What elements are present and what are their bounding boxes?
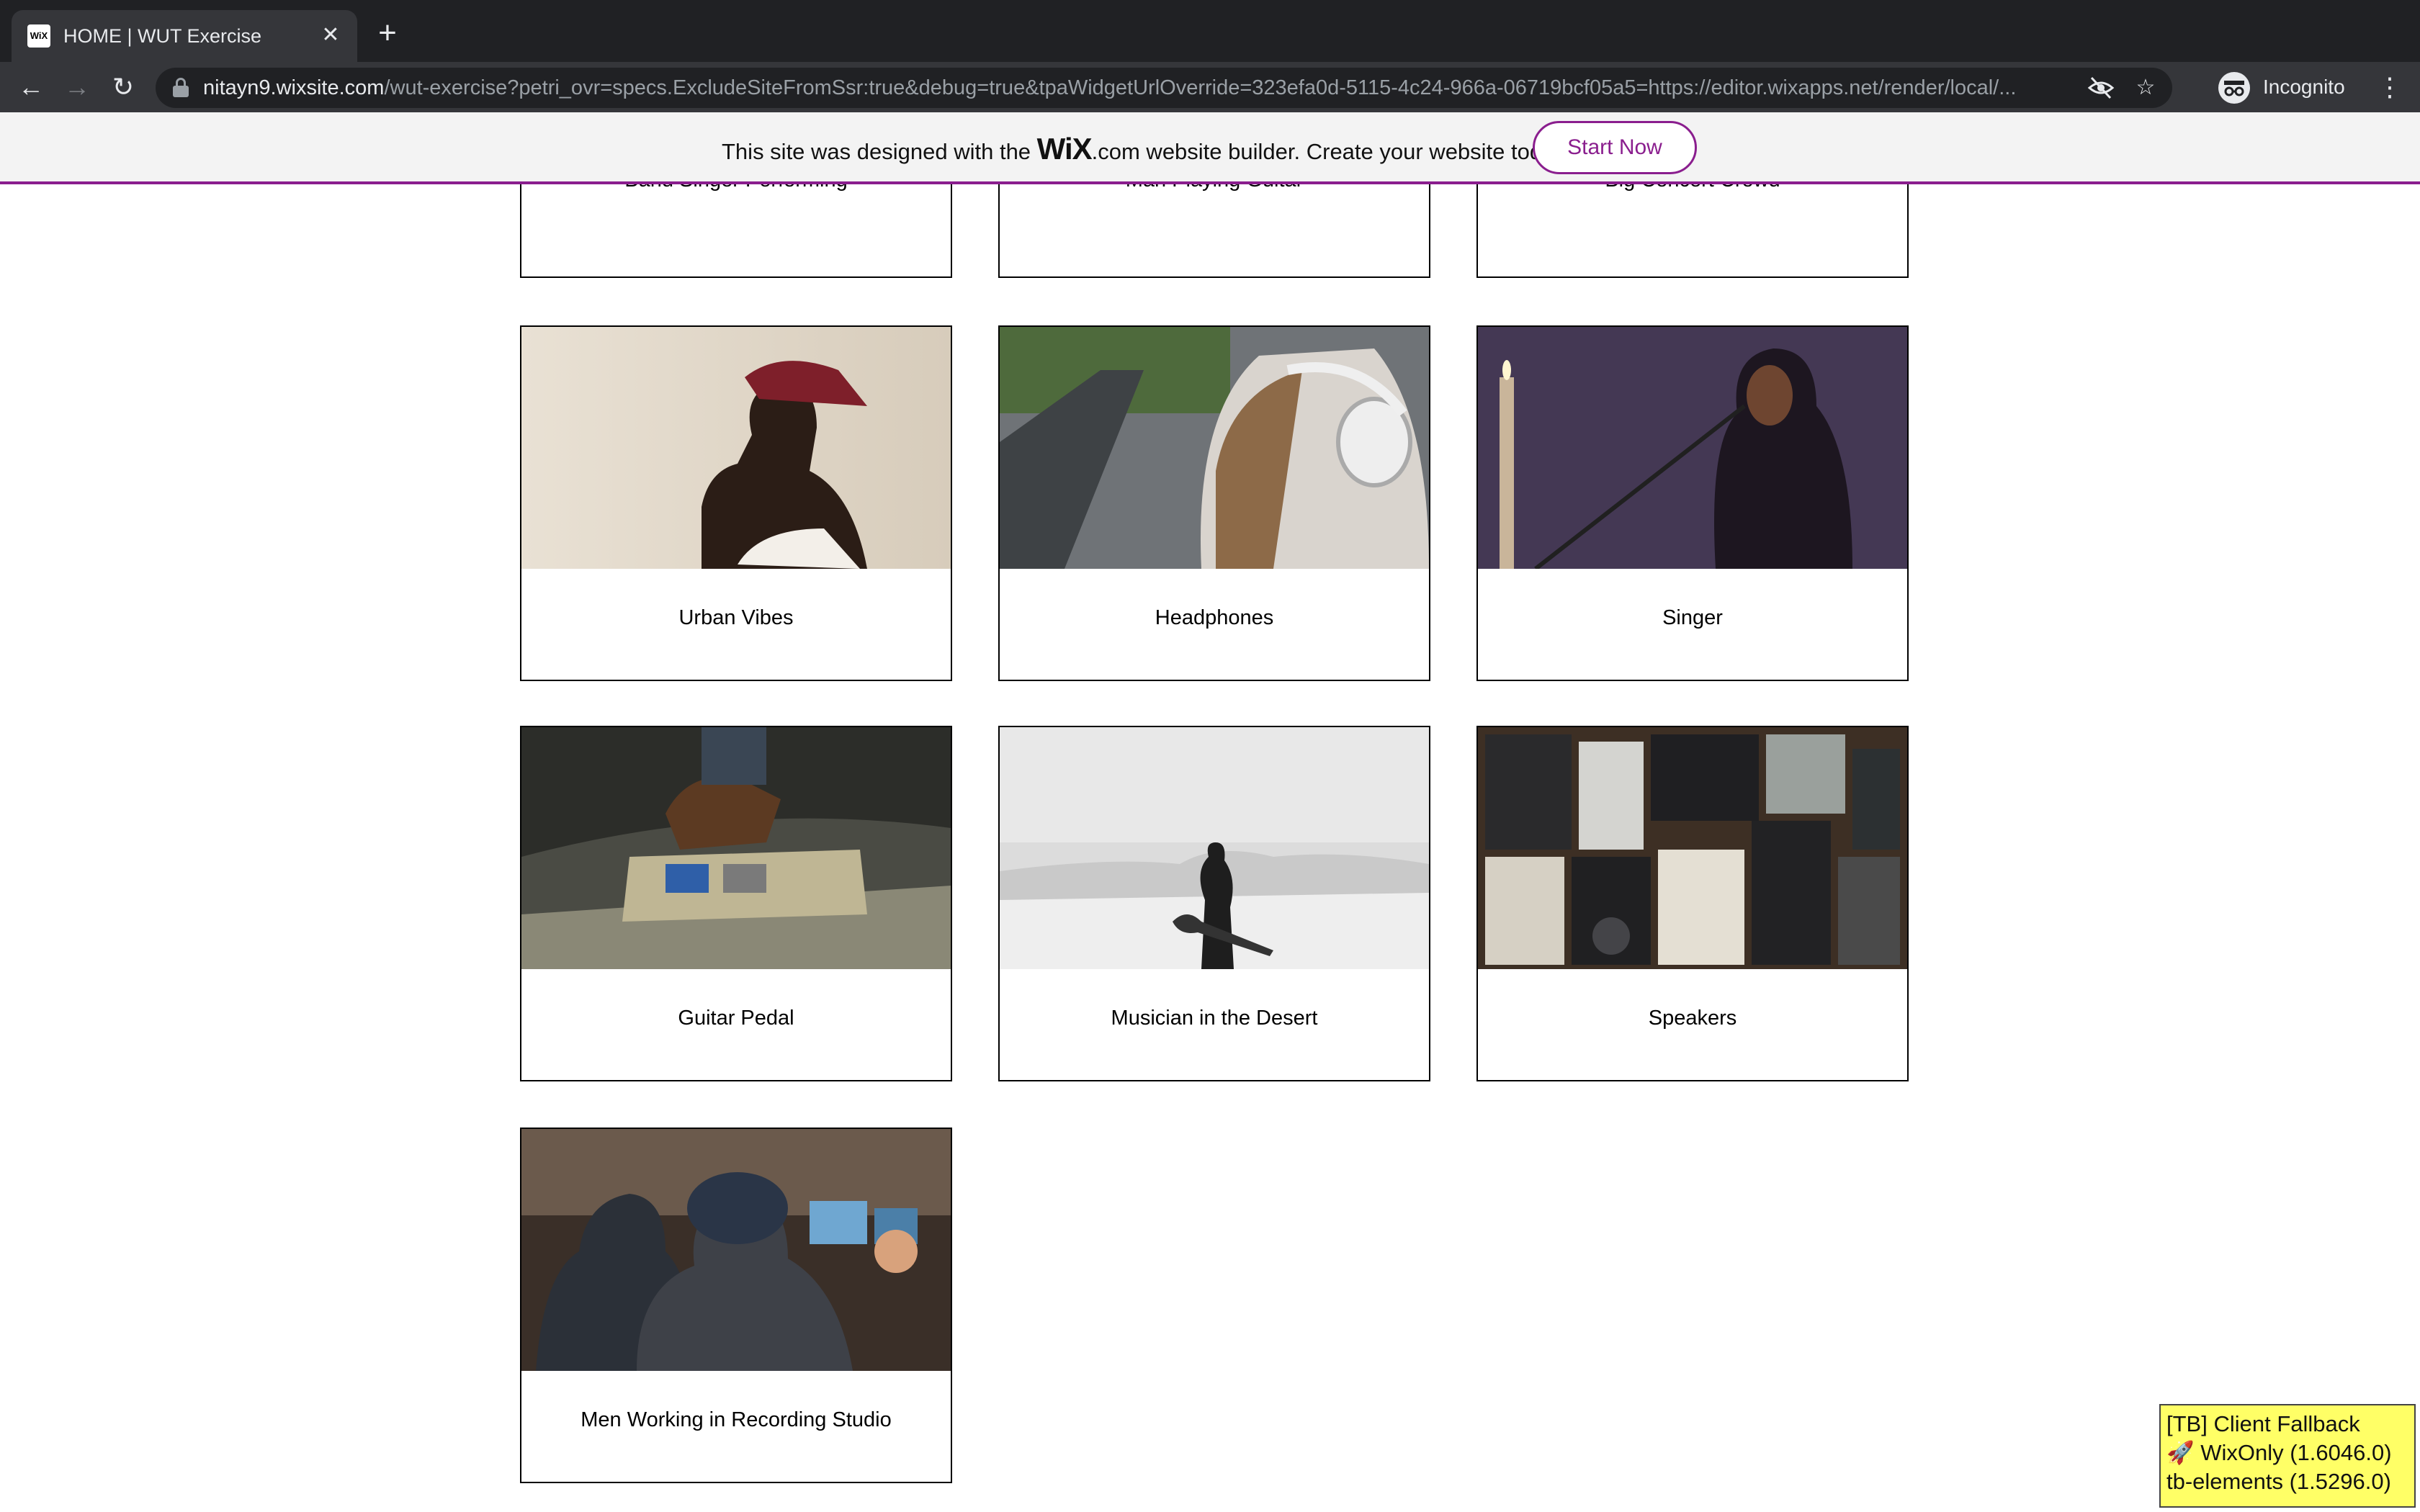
guitar-pedal-image [521,727,951,969]
gallery-card-urban-vibes[interactable]: Urban Vibes [520,325,952,681]
gallery-card-guitar-pedal[interactable]: Guitar Pedal [520,726,952,1081]
wix-favicon-icon: WiX [27,24,50,48]
profile-label: Incognito [2263,76,2345,98]
debug-line: [TB] Client Fallback [2166,1411,2360,1436]
card-title: Headphones [1155,606,1274,629]
start-now-button[interactable]: Start Now [1533,121,1697,174]
gallery-card-big-concert-crowd[interactable]: Big Concert Crowd [1476,184,1909,278]
arrow-left-icon[interactable]: ← [13,69,49,105]
card-title: Guitar Pedal [678,1007,794,1030]
eye-off-icon[interactable] [2087,75,2115,101]
close-icon[interactable]: ✕ [315,20,346,50]
card-title: Musician in the Desert [1111,1007,1318,1030]
tab-title: HOME | WUT Exercise [63,25,262,47]
card-title: Singer [1662,606,1723,629]
browser-toolbar: ← → ↻ nitayn9.wixsite.com/wut-exercise?p… [0,62,2420,112]
speakers-image [1478,727,1907,969]
card-title: Men Working in Recording Studio [581,1408,892,1431]
address-bar[interactable]: nitayn9.wixsite.com/wut-exercise?petri_o… [156,68,2172,108]
card-title: Big Concert Crowd [1478,184,1907,194]
reload-icon[interactable]: ↻ [105,69,141,105]
browser-tab-bar: WiX HOME | WUT Exercise ✕ + [0,0,2420,62]
wix-promo-banner: This site was designed with the WiX.com … [0,112,2420,184]
lock-icon [173,78,189,98]
card-title: Man Playing Guitar [1000,184,1429,194]
gallery-card-man-playing-guitar[interactable]: Man Playing Guitar [998,184,1430,278]
plus-icon[interactable]: + [372,17,403,50]
url-host: nitayn9.wixsite.com [203,76,385,99]
gallery-card-musician-in-the-desert[interactable]: Musician in the Desert [998,726,1430,1081]
debug-line: 🚀 WixOnly (1.6046.0) [2166,1440,2392,1465]
card-title: Urban Vibes [678,606,794,629]
url-text[interactable]: nitayn9.wixsite.com/wut-exercise?petri_o… [203,75,2061,101]
headphones-image [1000,327,1429,569]
wix-logo[interactable]: WiX [1037,132,1093,166]
banner-text: This site was designed with the WiX.com … [722,134,1570,167]
banner-text-before: This site was designed with the [722,139,1037,164]
star-icon[interactable]: ☆ [2132,75,2159,101]
urban-vibes-image [521,327,951,569]
gallery-card-singer[interactable]: Singer [1476,325,1909,681]
singer-image [1478,327,1907,569]
debug-line: tb-elements (1.5296.0) [2166,1469,2391,1494]
more-vert-icon[interactable]: ⋮ [2377,69,2403,105]
banner-text-after: .com website builder. Create your websit… [1091,139,1571,164]
gallery-card-speakers[interactable]: Speakers [1476,726,1909,1081]
gallery-card-band-singer-performing[interactable]: Band Singer Performing [520,184,952,278]
gallery-card-men-working-in-recording-studio[interactable]: Men Working in Recording Studio [520,1128,952,1483]
gallery-card-headphones[interactable]: Headphones [998,325,1430,681]
gallery: Band Singer Performing Man Playing Guita… [0,184,2420,1512]
incognito-icon [2218,72,2250,104]
debug-overlay: [TB] Client Fallback 🚀 WixOnly (1.6046.0… [2159,1404,2416,1508]
browser-tab[interactable]: WiX HOME | WUT Exercise ✕ [12,10,357,62]
url-path: /wut-exercise?petri_ovr=specs.ExcludeSit… [384,76,2017,99]
card-title: Speakers [1648,1007,1737,1030]
arrow-right-icon[interactable]: → [59,69,95,105]
recording-studio-image [521,1129,951,1371]
card-title: Band Singer Performing [521,184,951,194]
musician-desert-image [1000,727,1429,969]
